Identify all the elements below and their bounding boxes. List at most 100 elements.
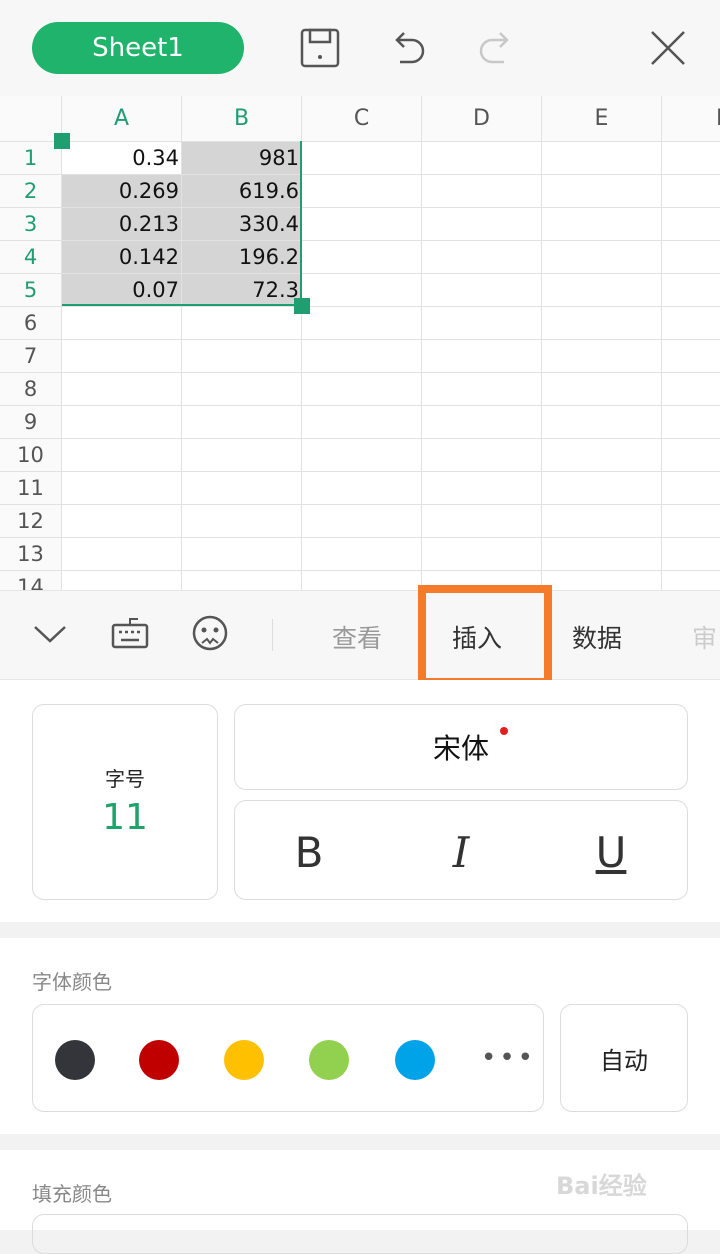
table-cell[interactable] bbox=[542, 241, 662, 274]
keyboard-icon[interactable] bbox=[110, 613, 150, 653]
table-cell[interactable] bbox=[422, 340, 542, 373]
table-cell[interactable] bbox=[302, 571, 422, 590]
column-header-f[interactable]: F bbox=[662, 96, 720, 142]
collapse-icon[interactable] bbox=[30, 613, 70, 653]
table-cell[interactable]: 0.07 bbox=[62, 274, 182, 307]
table-cell[interactable] bbox=[662, 538, 720, 571]
row-header[interactable]: 10 bbox=[0, 439, 62, 472]
row-header[interactable]: 12 bbox=[0, 505, 62, 538]
spreadsheet-grid[interactable]: A B C D E F 1 2 3 4 5 6 7 8 9 10 11 12 1… bbox=[0, 96, 720, 590]
table-cell[interactable] bbox=[542, 307, 662, 340]
table-cell[interactable] bbox=[422, 307, 542, 340]
table-cell[interactable] bbox=[302, 340, 422, 373]
table-cell[interactable] bbox=[542, 208, 662, 241]
table-cell[interactable] bbox=[62, 439, 182, 472]
table-cell[interactable] bbox=[662, 340, 720, 373]
selection-end-handle[interactable] bbox=[294, 298, 310, 314]
table-cell[interactable] bbox=[422, 406, 542, 439]
table-cell[interactable] bbox=[302, 241, 422, 274]
bold-button[interactable]: B bbox=[279, 827, 339, 877]
table-cell[interactable] bbox=[542, 472, 662, 505]
table-cell[interactable] bbox=[62, 538, 182, 571]
table-cell[interactable] bbox=[542, 505, 662, 538]
table-cell[interactable] bbox=[62, 505, 182, 538]
table-cell[interactable] bbox=[662, 505, 720, 538]
table-cell[interactable] bbox=[422, 274, 542, 307]
tab-data[interactable]: 数据 bbox=[572, 619, 622, 655]
table-cell[interactable] bbox=[422, 373, 542, 406]
color-swatch-black[interactable] bbox=[55, 1040, 95, 1080]
table-cell[interactable] bbox=[662, 241, 720, 274]
table-cell[interactable] bbox=[62, 373, 182, 406]
table-cell[interactable] bbox=[182, 571, 302, 590]
row-header[interactable]: 2 bbox=[0, 175, 62, 208]
table-cell[interactable] bbox=[182, 472, 302, 505]
column-header-e[interactable]: E bbox=[542, 96, 662, 142]
table-cell[interactable] bbox=[302, 274, 422, 307]
table-cell[interactable] bbox=[182, 439, 302, 472]
table-cell[interactable] bbox=[662, 175, 720, 208]
table-cell[interactable]: 72.3 bbox=[182, 274, 302, 307]
table-cell[interactable] bbox=[182, 373, 302, 406]
table-cell[interactable] bbox=[542, 142, 662, 175]
table-cell[interactable] bbox=[662, 274, 720, 307]
table-cell[interactable]: 330.4 bbox=[182, 208, 302, 241]
table-cell[interactable] bbox=[302, 142, 422, 175]
column-header-a[interactable]: A bbox=[62, 96, 182, 142]
table-cell[interactable] bbox=[62, 406, 182, 439]
row-header[interactable]: 1 bbox=[0, 142, 62, 175]
sheet-name-button[interactable]: Sheet1 bbox=[32, 22, 244, 74]
table-cell[interactable] bbox=[662, 472, 720, 505]
color-swatch-yellow[interactable] bbox=[224, 1040, 264, 1080]
table-cell[interactable] bbox=[62, 340, 182, 373]
auto-color-button[interactable]: 自动 bbox=[560, 1004, 688, 1112]
save-icon[interactable] bbox=[298, 26, 342, 70]
table-cell[interactable] bbox=[302, 505, 422, 538]
table-cell[interactable] bbox=[422, 538, 542, 571]
table-cell[interactable] bbox=[302, 175, 422, 208]
table-cell[interactable] bbox=[542, 571, 662, 590]
table-cell[interactable] bbox=[422, 472, 542, 505]
emoji-icon[interactable] bbox=[190, 613, 230, 653]
table-cell[interactable]: 981 bbox=[182, 142, 302, 175]
column-header-d[interactable]: D bbox=[422, 96, 542, 142]
italic-button[interactable]: I bbox=[431, 827, 491, 877]
row-header[interactable]: 8 bbox=[0, 373, 62, 406]
table-cell[interactable] bbox=[662, 571, 720, 590]
table-cell[interactable] bbox=[422, 142, 542, 175]
table-cell[interactable] bbox=[62, 472, 182, 505]
table-cell[interactable]: 0.34 bbox=[62, 142, 182, 175]
table-cell[interactable] bbox=[422, 208, 542, 241]
table-cell[interactable] bbox=[662, 439, 720, 472]
table-cell[interactable] bbox=[62, 571, 182, 590]
table-cell[interactable] bbox=[422, 439, 542, 472]
table-cell[interactable]: 0.142 bbox=[62, 241, 182, 274]
font-size-button[interactable]: 字号 11 bbox=[32, 704, 218, 900]
table-cell[interactable]: 0.213 bbox=[62, 208, 182, 241]
table-cell[interactable] bbox=[422, 241, 542, 274]
row-header[interactable]: 7 bbox=[0, 340, 62, 373]
tab-insert[interactable]: 插入 bbox=[452, 619, 502, 655]
underline-button[interactable]: U bbox=[581, 827, 641, 877]
redo-icon[interactable] bbox=[474, 26, 518, 70]
row-header[interactable]: 9 bbox=[0, 406, 62, 439]
table-cell[interactable] bbox=[302, 472, 422, 505]
undo-icon[interactable] bbox=[386, 26, 430, 70]
table-cell[interactable] bbox=[182, 406, 302, 439]
table-cell[interactable] bbox=[422, 505, 542, 538]
table-cell[interactable] bbox=[62, 307, 182, 340]
font-family-button[interactable]: 宋体 bbox=[234, 704, 688, 790]
table-cell[interactable] bbox=[662, 208, 720, 241]
table-cell[interactable] bbox=[542, 340, 662, 373]
table-cell[interactable] bbox=[182, 505, 302, 538]
more-colors-icon[interactable]: ••• bbox=[481, 1043, 536, 1073]
table-cell[interactable] bbox=[182, 340, 302, 373]
column-header-c[interactable]: C bbox=[302, 96, 422, 142]
row-header[interactable]: 4 bbox=[0, 241, 62, 274]
table-cell[interactable] bbox=[182, 307, 302, 340]
table-cell[interactable] bbox=[302, 538, 422, 571]
table-cell[interactable] bbox=[302, 439, 422, 472]
table-cell[interactable] bbox=[662, 307, 720, 340]
table-cell[interactable] bbox=[662, 406, 720, 439]
table-cell[interactable] bbox=[662, 142, 720, 175]
